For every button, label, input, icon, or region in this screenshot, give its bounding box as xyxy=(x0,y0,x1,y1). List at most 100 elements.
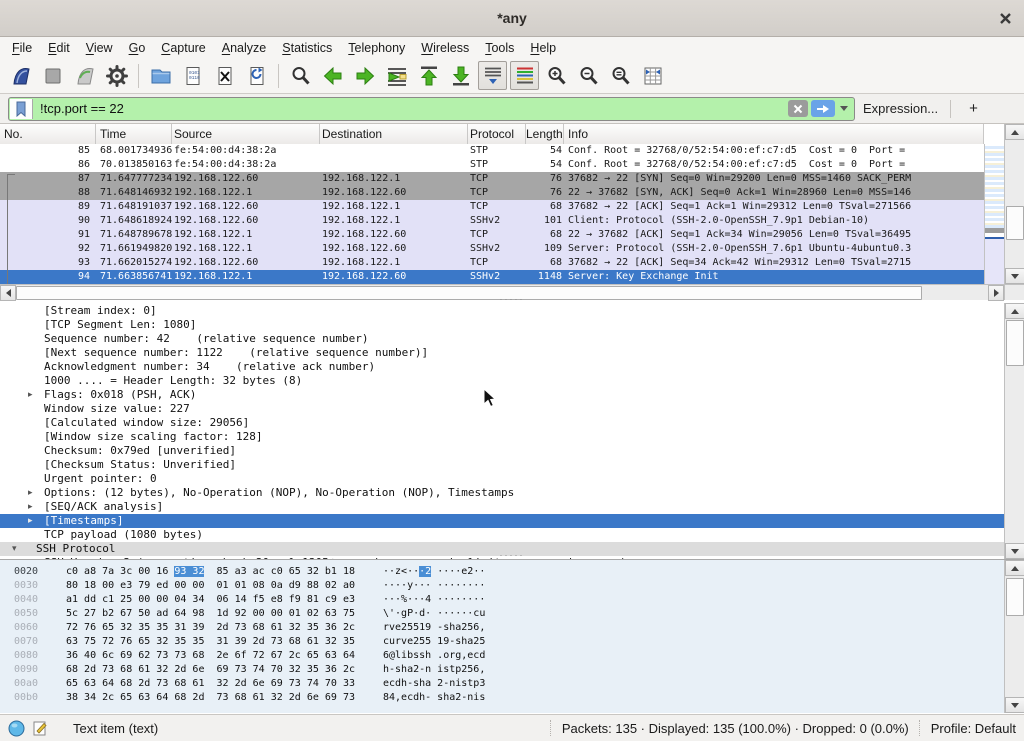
go-to-top-icon[interactable] xyxy=(414,61,443,90)
filter-bookmark-icon[interactable] xyxy=(10,99,33,119)
scroll-up-icon[interactable] xyxy=(1005,560,1024,576)
detail-line[interactable]: Checksum: 0x79ed [unverified] xyxy=(0,444,1004,458)
filter-clear-icon[interactable] xyxy=(788,100,808,117)
hex-row[interactable]: 0070 63 75 72 76 65 32 35 35 31 39 2d 73… xyxy=(0,635,1004,649)
scroll-down-icon[interactable] xyxy=(1005,697,1024,713)
packet-list-minimap[interactable] xyxy=(984,144,1005,284)
open-file-folder-icon[interactable] xyxy=(146,61,175,90)
detail-line[interactable]: [Calculated window size: 29056] xyxy=(0,416,1004,430)
menu-tools[interactable]: Tools xyxy=(477,39,522,57)
detail-line-seq-ack[interactable]: ▸[SEQ/ACK analysis] xyxy=(0,500,1004,514)
go-forward-arrow-icon[interactable] xyxy=(350,61,379,90)
menu-telephony[interactable]: Telephony xyxy=(340,39,413,57)
packet-row-93[interactable]: 9371.662015274192.168.122.60192.168.122.… xyxy=(0,256,984,270)
menu-view[interactable]: View xyxy=(78,39,121,57)
add-filter-button[interactable]: + xyxy=(963,100,984,117)
menu-analyze[interactable]: Analyze xyxy=(214,39,274,57)
selected-bytes[interactable]: 93 32 xyxy=(174,566,204,577)
expand-icon[interactable]: ▸ xyxy=(28,514,33,528)
menu-edit[interactable]: Edit xyxy=(40,39,78,57)
close-icon[interactable] xyxy=(996,9,1014,27)
restart-capture-icon[interactable] xyxy=(70,61,99,90)
menu-file[interactable]: File xyxy=(4,39,40,57)
menu-wireless[interactable]: Wireless xyxy=(413,39,477,57)
column-header-protocol[interactable]: Protocol xyxy=(468,124,526,144)
column-header-info[interactable]: Info xyxy=(564,124,984,144)
vscroll-thumb[interactable] xyxy=(1006,320,1024,366)
hex-row[interactable]: 0060 72 76 65 32 35 35 31 39 2d 73 68 61… xyxy=(0,621,1004,635)
detail-line[interactable]: Window size value: 227 xyxy=(0,402,1004,416)
close-file-icon[interactable] xyxy=(210,61,239,90)
packet-list-vscrollbar[interactable] xyxy=(1004,124,1024,284)
scroll-up-icon[interactable] xyxy=(1005,303,1024,319)
detail-line[interactable]: [Window size scaling factor: 128] xyxy=(0,430,1004,444)
detail-line[interactable]: Sequence number: 42 (relative sequence n… xyxy=(0,332,1004,346)
reload-file-icon[interactable] xyxy=(242,61,271,90)
packet-row-92[interactable]: 9271.661949820192.168.122.1192.168.122.6… xyxy=(0,242,984,256)
filter-apply-icon[interactable] xyxy=(811,100,835,117)
vscroll-thumb[interactable] xyxy=(1006,206,1024,240)
detail-line[interactable]: 1000 .... = Header Length: 32 bytes (8) xyxy=(0,374,1004,388)
hex-row[interactable]: 0030 80 18 00 e3 79 ed 00 00 01 01 08 0a… xyxy=(0,579,1004,593)
menu-help[interactable]: Help xyxy=(522,39,564,57)
detail-line[interactable]: [Stream index: 0] xyxy=(0,304,1004,318)
detail-line[interactable]: [Next sequence number: 1122 (relative se… xyxy=(0,346,1004,360)
zoom-in-magnifier-icon[interactable] xyxy=(542,61,571,90)
titlebar[interactable]: *any xyxy=(0,0,1024,37)
detail-line[interactable]: Urgent pointer: 0 xyxy=(0,472,1004,486)
pane-splitter[interactable]: ····· xyxy=(0,297,1024,302)
packet-row-88[interactable]: 8871.648146932192.168.122.1192.168.122.6… xyxy=(0,186,984,200)
hex-row[interactable]: 0040 a1 dd c1 25 00 00 04 34 06 14 f5 e8… xyxy=(0,593,1004,607)
go-to-packet-icon[interactable] xyxy=(382,61,411,90)
packet-row-87[interactable]: 8771.647777234192.168.122.60192.168.122.… xyxy=(0,172,984,186)
hex-vscrollbar[interactable] xyxy=(1004,560,1024,713)
detail-line[interactable]: TCP payload (1080 bytes) xyxy=(0,528,1004,542)
hex-row[interactable]: 0020 c0 a8 7a 3c 00 16 93 32 85 a3 ac c0… xyxy=(0,565,1004,579)
column-header-destination[interactable]: Destination xyxy=(320,124,468,144)
packet-row-91[interactable]: 9171.648789678192.168.122.1192.168.122.6… xyxy=(0,228,984,242)
go-back-arrow-icon[interactable] xyxy=(318,61,347,90)
menu-statistics[interactable]: Statistics xyxy=(274,39,340,57)
pane-splitter[interactable]: ····· xyxy=(0,553,1024,558)
zoom-original-magnifier-icon[interactable] xyxy=(606,61,635,90)
column-header-source[interactable]: Source xyxy=(172,124,320,144)
detail-line[interactable]: [Checksum Status: Unverified] xyxy=(0,458,1004,472)
packet-row-90[interactable]: 9071.648618924192.168.122.60192.168.122.… xyxy=(0,214,984,228)
capture-options-gear-icon[interactable] xyxy=(102,61,131,90)
resize-columns-icon[interactable] xyxy=(638,61,667,90)
hex-row[interactable]: 0080 36 40 6c 69 62 73 73 68 2e 6f 72 67… xyxy=(0,649,1004,663)
packet-row-86[interactable]: 8670.013850163fe:54:00:d4:38:2aSTP54Conf… xyxy=(0,158,984,172)
detail-line[interactable]: [TCP Segment Len: 1080] xyxy=(0,318,1004,332)
profile-label[interactable]: Profile: Default xyxy=(931,721,1016,736)
packet-row-94-selected[interactable]: 9471.663856741192.168.122.1192.168.122.6… xyxy=(0,270,984,284)
detail-line-options[interactable]: ▸Options: (12 bytes), No-Operation (NOP)… xyxy=(0,486,1004,500)
hex-row[interactable]: 00a0 65 63 64 68 2d 73 68 61 32 2d 6e 69… xyxy=(0,677,1004,691)
packet-row-85[interactable]: 8568.001734936fe:54:00:d4:38:2aSTP54Conf… xyxy=(0,144,984,158)
colorize-packets-icon[interactable] xyxy=(510,61,539,90)
go-to-bottom-icon[interactable] xyxy=(446,61,475,90)
filter-history-dropdown-icon[interactable] xyxy=(840,106,848,111)
details-vscrollbar[interactable] xyxy=(1004,303,1024,559)
save-file-icon[interactable]: 01010110 xyxy=(178,61,207,90)
hex-row[interactable]: 00b0 38 34 2c 65 63 64 68 2d 73 68 61 32… xyxy=(0,691,1004,705)
menu-go[interactable]: Go xyxy=(121,39,154,57)
vscroll-thumb[interactable] xyxy=(1006,578,1024,616)
find-packet-magnifier-icon[interactable] xyxy=(286,61,315,90)
start-capture-fin-icon[interactable] xyxy=(6,61,35,90)
zoom-out-magnifier-icon[interactable] xyxy=(574,61,603,90)
auto-scroll-icon[interactable] xyxy=(478,61,507,90)
display-filter-input[interactable]: !tcp.port == 22 xyxy=(8,97,855,121)
expand-icon[interactable]: ▸ xyxy=(28,500,33,514)
hex-row[interactable]: 0090 68 2d 73 68 61 32 2d 6e 69 73 74 70… xyxy=(0,663,1004,677)
detail-line-flags[interactable]: ▸Flags: 0x018 (PSH, ACK) xyxy=(0,388,1004,402)
column-header-no[interactable]: No. xyxy=(0,124,96,144)
scroll-up-icon[interactable] xyxy=(1005,124,1024,140)
scroll-down-icon[interactable] xyxy=(1005,268,1024,284)
filter-value[interactable]: !tcp.port == 22 xyxy=(34,101,788,116)
expand-icon[interactable]: ▸ xyxy=(28,388,33,402)
detail-line-timestamps-selected[interactable]: ▸[Timestamps] xyxy=(0,514,1004,528)
packet-row-89[interactable]: 8971.648191037192.168.122.60192.168.122.… xyxy=(0,200,984,214)
stop-capture-icon[interactable] xyxy=(38,61,67,90)
column-header-length[interactable]: Length xyxy=(526,124,564,144)
expand-icon[interactable]: ▸ xyxy=(28,486,33,500)
